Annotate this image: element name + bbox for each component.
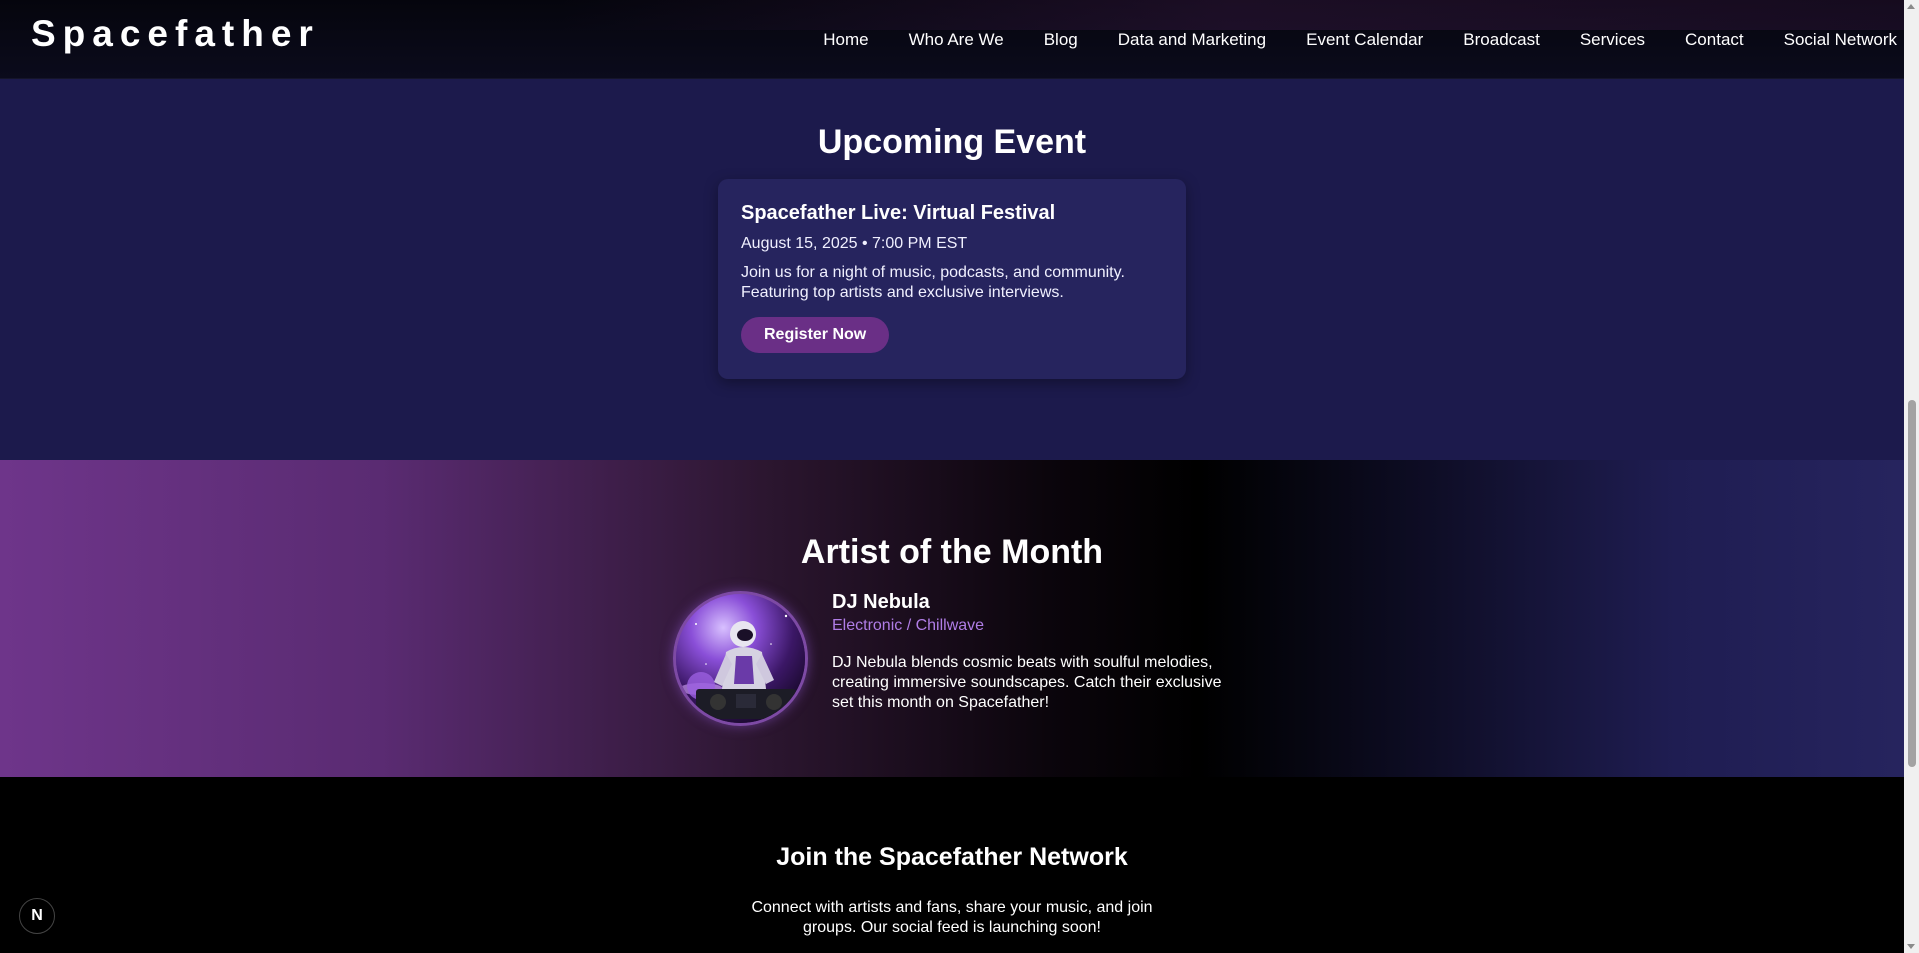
- scrollbar-thumb[interactable]: [1908, 400, 1916, 767]
- artist-name: DJ Nebula: [832, 591, 930, 613]
- page-scrollbar[interactable]: [1904, 0, 1919, 953]
- event-description: Join us for a night of music, podcasts, …: [741, 264, 1125, 301]
- join-network-section: Join the Spacefather Network Connect wit…: [0, 777, 1904, 953]
- event-date: August 15, 2025 • 7:00 PM EST: [741, 235, 968, 252]
- upcoming-event-title: Upcoming Event: [817, 123, 1087, 161]
- nav-data-and-marketing[interactable]: Data and Marketing: [1118, 30, 1266, 50]
- site-header: Spacefather Home Who Are We Blog Data an…: [0, 0, 1904, 79]
- nav-blog[interactable]: Blog: [1044, 30, 1078, 50]
- event-title: Spacefather Live: Virtual Festival: [741, 202, 1056, 224]
- nav-broadcast[interactable]: Broadcast: [1463, 30, 1540, 50]
- artist-genre: Electronic / Chillwave: [832, 617, 985, 634]
- join-network-text: Connect with artists and fans, share you…: [0, 898, 1904, 938]
- nav-who-are-we[interactable]: Who Are We: [909, 30, 1004, 50]
- artist-section-title: Artist of the Month: [800, 533, 1104, 571]
- upcoming-event-section: Upcoming Event Spacefather Live: Virtual…: [0, 79, 1904, 460]
- artist-avatar: [673, 591, 808, 726]
- nav-contact[interactable]: Contact: [1685, 30, 1744, 50]
- brand-logo[interactable]: Spacefather: [31, 13, 320, 55]
- nav-social-network[interactable]: Social Network: [1784, 30, 1897, 50]
- join-network-text-body: Connect with artists and fans, share you…: [751, 899, 1153, 936]
- register-now-button[interactable]: Register Now: [741, 317, 890, 353]
- scroll-down-arrow-icon[interactable]: [1907, 944, 1915, 949]
- main-nav: Home Who Are We Blog Data and Marketing …: [783, 30, 1897, 50]
- event-card: Spacefather Live: Virtual Festival Augus…: [718, 179, 1186, 379]
- artist-bio: DJ Nebula blends cosmic beats with soulf…: [832, 654, 1222, 711]
- artist-of-the-month-section: Artist of the Month DJ Nebula Electronic…: [0, 460, 1904, 777]
- astronaut-dj-icon: [676, 594, 805, 723]
- next-dev-badge[interactable]: N: [19, 898, 55, 934]
- nav-event-calendar[interactable]: Event Calendar: [1306, 30, 1423, 50]
- nav-services[interactable]: Services: [1580, 30, 1645, 50]
- nav-home[interactable]: Home: [823, 30, 868, 50]
- scroll-up-arrow-icon[interactable]: [1907, 4, 1915, 9]
- join-network-title: Join the Spacefather Network: [776, 843, 1128, 871]
